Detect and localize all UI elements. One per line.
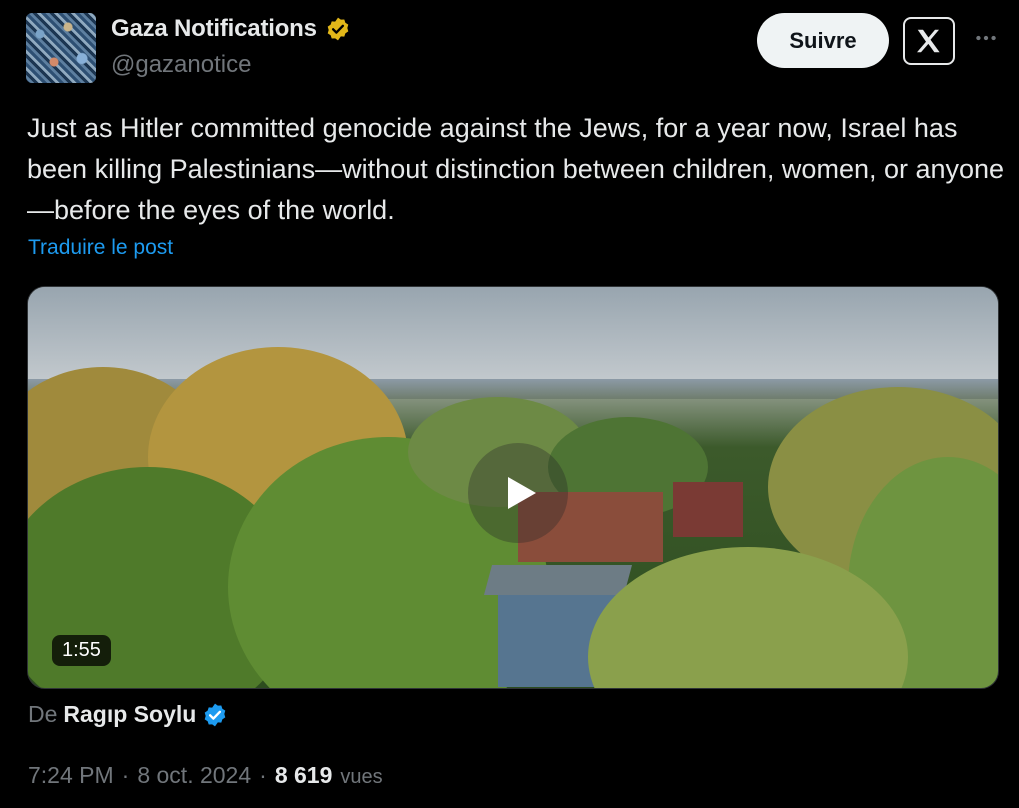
video-attribution: De Ragıp Soylu bbox=[28, 701, 228, 728]
video-player[interactable]: 1:55 bbox=[27, 286, 999, 689]
play-button[interactable] bbox=[468, 443, 568, 543]
post-time[interactable]: 7:24 PM bbox=[28, 762, 114, 789]
thumbnail-house bbox=[673, 482, 743, 537]
attribution-prefix: De bbox=[28, 701, 58, 727]
post-date[interactable]: 8 oct. 2024 bbox=[137, 762, 251, 789]
video-duration-badge: 1:55 bbox=[52, 635, 111, 666]
x-logo-icon[interactable] bbox=[903, 17, 955, 65]
tweet-meta: 7:24 PM · 8 oct. 2024 · 8 619 vues bbox=[28, 762, 383, 789]
views-label: vues bbox=[340, 766, 383, 788]
translate-post-link[interactable]: Traduire le post bbox=[28, 236, 173, 260]
views-count: 8 619 bbox=[274, 762, 333, 788]
play-icon bbox=[508, 477, 536, 509]
tweet-text: Just as Hitler committed genocide agains… bbox=[27, 113, 1005, 225]
author-handle[interactable]: @gazanotice bbox=[111, 51, 251, 79]
meta-separator: · bbox=[121, 762, 130, 788]
blue-check-icon bbox=[202, 702, 228, 728]
follow-button[interactable]: Suivre bbox=[757, 13, 889, 68]
attribution-author-name[interactable]: Ragıp Soylu bbox=[63, 701, 196, 728]
gold-check-icon bbox=[325, 16, 351, 42]
video-thumbnail-sky bbox=[28, 287, 998, 387]
thumbnail-roof bbox=[483, 565, 633, 595]
meta-separator: · bbox=[259, 762, 267, 788]
avatar[interactable] bbox=[26, 13, 96, 83]
more-dots-icon[interactable] bbox=[970, 22, 1002, 54]
author-display-name[interactable]: Gaza Notifications bbox=[111, 15, 317, 43]
author-name-row: Gaza Notifications bbox=[111, 15, 351, 43]
tweet-card: Gaza Notifications @gazanotice Suivre Ju… bbox=[0, 0, 1019, 808]
